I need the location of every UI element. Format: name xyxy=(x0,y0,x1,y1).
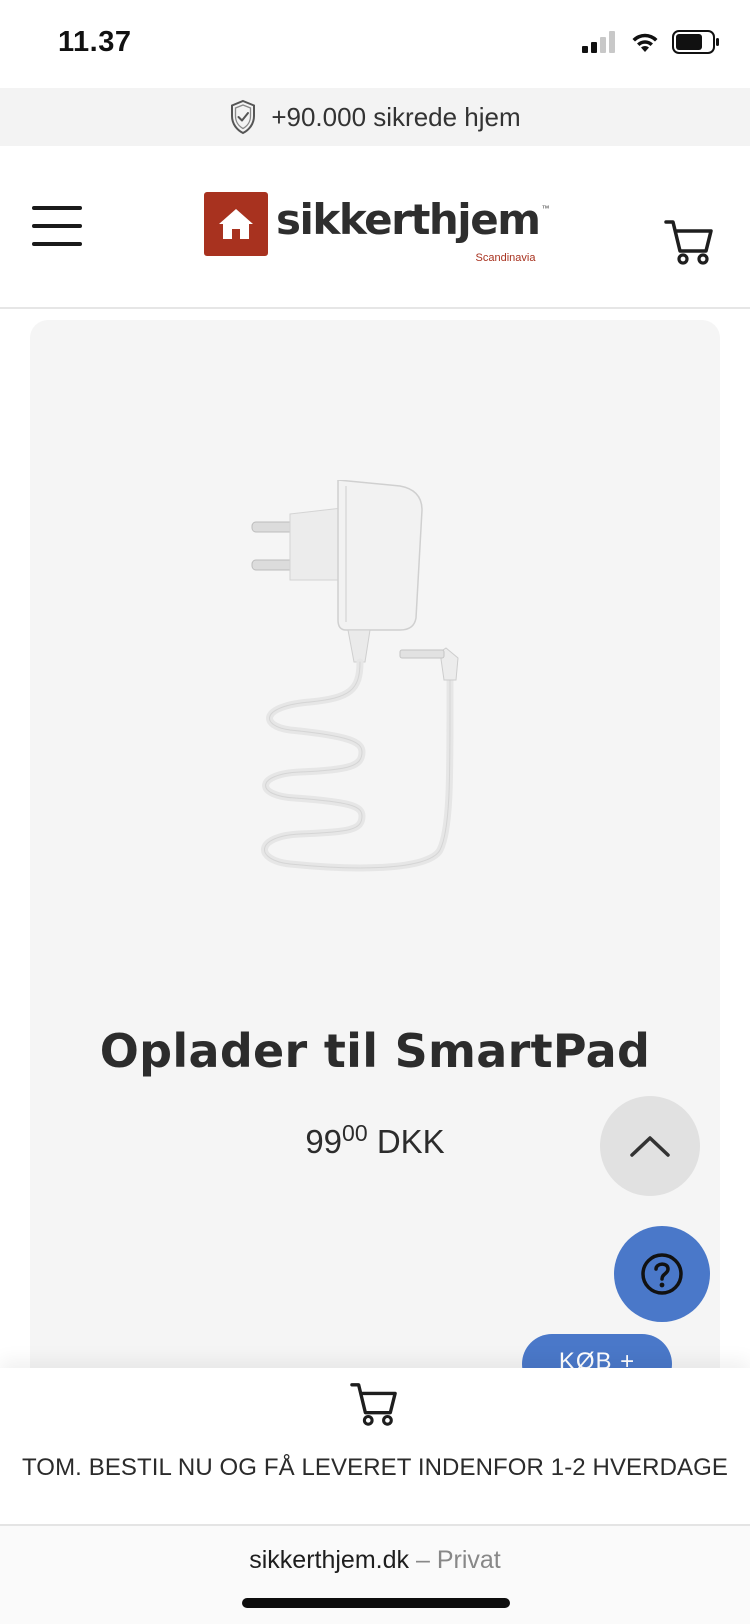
shopping-cart-icon[interactable] xyxy=(664,218,714,266)
signal-icon xyxy=(582,31,615,53)
site-logo[interactable]: sikkerthjem ™ Scandinavia xyxy=(204,192,549,264)
sticky-cart-bar[interactable]: TOM. BESTIL NU OG FÅ LEVERET INDENFOR 1-… xyxy=(0,1368,750,1526)
product-title: Oplader til SmartPad xyxy=(99,1024,651,1078)
private-mode-label: Privat xyxy=(436,1546,501,1574)
url-display[interactable]: sikkerthjem.dk – Privat xyxy=(0,1546,750,1575)
product-card: Oplader til SmartPad 9900 DKK xyxy=(30,320,720,1420)
help-button[interactable] xyxy=(614,1226,710,1322)
cart-status-text: TOM. BESTIL NU OG FÅ LEVERET INDENFOR 1-… xyxy=(21,1454,729,1481)
logo-house-icon xyxy=(204,192,268,256)
logo-trademark: ™ xyxy=(541,204,550,213)
wifi-icon xyxy=(632,33,658,52)
url-domain: sikkerthjem.dk xyxy=(249,1546,410,1574)
scroll-to-top-button[interactable] xyxy=(600,1096,700,1196)
product-image xyxy=(251,480,459,872)
price-currency: DKK xyxy=(376,1123,445,1160)
site-header: sikkerthjem ™ Scandinavia xyxy=(0,146,750,309)
logo-wordmark: sikkerthjem xyxy=(276,195,541,244)
status-time: 11.37 xyxy=(58,26,132,58)
battery-icon xyxy=(672,30,719,54)
status-bar: 11.37 xyxy=(0,0,750,88)
home-indicator[interactable] xyxy=(242,1598,510,1608)
shield-check-icon xyxy=(231,99,256,135)
price-integer: 99 xyxy=(305,1123,343,1160)
trust-text: +90.000 sikrede hjem xyxy=(271,101,521,132)
price-decimal: 00 xyxy=(342,1120,368,1146)
question-mark-icon xyxy=(641,1253,683,1295)
status-icons xyxy=(582,30,720,54)
browser-address-bar[interactable]: sikkerthjem.dk – Privat xyxy=(0,1526,750,1624)
trust-bar: +90.000 sikrede hjem xyxy=(0,88,750,146)
logo-subtitle: Scandinavia xyxy=(475,252,536,264)
chevron-up-icon xyxy=(630,1136,670,1157)
shopping-cart-icon xyxy=(350,1383,397,1426)
hamburger-menu-icon[interactable] xyxy=(32,206,84,246)
url-separator: – xyxy=(415,1546,430,1574)
